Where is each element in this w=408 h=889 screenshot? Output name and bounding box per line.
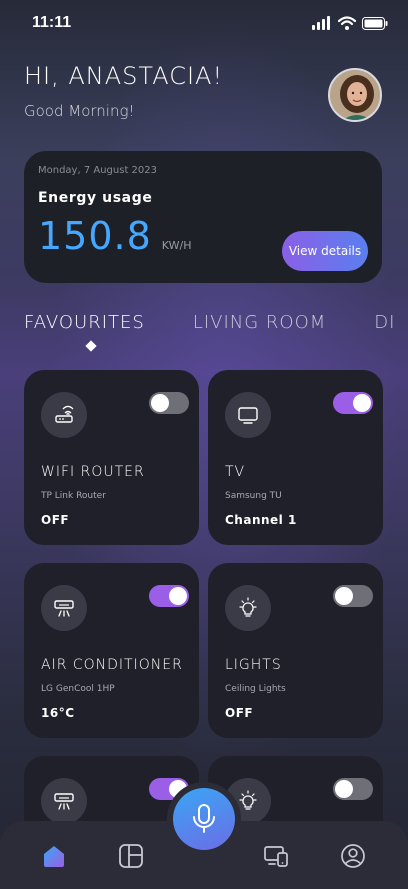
- voice-assistant-button[interactable]: [173, 788, 235, 850]
- nav-devices[interactable]: [263, 843, 289, 869]
- toggle-knob: [151, 394, 169, 412]
- tv-icon: [225, 392, 271, 438]
- avatar[interactable]: [328, 68, 382, 122]
- energy-value: 150.8: [38, 214, 152, 258]
- energy-usage-card: Monday, 7 August 2023 Energy usage 150.8…: [24, 151, 382, 283]
- lightbulb-icon: [225, 585, 271, 631]
- toggle-knob: [169, 587, 187, 605]
- energy-unit: KW/H: [161, 239, 192, 252]
- device-subtitle: TP Link Router: [41, 491, 106, 501]
- room-tabs: FAVOURITES LIVING ROOM DI: [24, 312, 395, 333]
- tab-dining-room[interactable]: DI: [374, 312, 395, 333]
- toggle-knob: [353, 394, 371, 412]
- device-status: Channel 1: [225, 513, 297, 527]
- dashboard-icon: [119, 844, 143, 868]
- signal-icon: [312, 16, 330, 30]
- energy-date: Monday, 7 August 2023: [38, 165, 157, 176]
- toggle-knob: [335, 780, 353, 798]
- device-status: OFF: [225, 706, 254, 720]
- device-card-lights[interactable]: LIGHTS Ceiling Lights OFF: [208, 563, 383, 738]
- device-toggle[interactable]: [333, 585, 373, 607]
- status-bar: 11:11: [0, 0, 408, 46]
- device-toggle[interactable]: [333, 392, 373, 414]
- toggle-knob: [335, 587, 353, 605]
- device-name: LIGHTS: [225, 657, 282, 673]
- profile-icon: [341, 844, 365, 868]
- home-icon: [44, 846, 64, 867]
- nav-home[interactable]: [41, 843, 67, 869]
- view-details-button[interactable]: View details: [282, 231, 368, 271]
- device-subtitle: Ceiling Lights: [225, 684, 286, 694]
- tab-favourites[interactable]: FAVOURITES: [24, 312, 145, 333]
- device-name: TV: [225, 464, 246, 480]
- tab-living-room[interactable]: LIVING ROOM: [193, 312, 326, 333]
- device-card-tv[interactable]: TV Samsung TU Channel 1: [208, 370, 383, 545]
- device-status: 16°C: [41, 706, 75, 720]
- devices-icon: [264, 846, 288, 867]
- mic-icon: [193, 804, 215, 833]
- energy-title: Energy usage: [38, 190, 153, 206]
- device-subtitle: Samsung TU: [225, 491, 282, 501]
- status-icons: [312, 16, 388, 30]
- air-conditioner-icon: [41, 585, 87, 631]
- active-tab-indicator: [85, 340, 97, 352]
- device-toggle[interactable]: [333, 778, 373, 800]
- air-conditioner-icon: [41, 778, 87, 824]
- nav-dashboard[interactable]: [118, 843, 144, 869]
- wifi-icon: [338, 16, 356, 30]
- device-subtitle: LG GenCool 1HP: [41, 684, 115, 694]
- device-status: OFF: [41, 513, 70, 527]
- device-name: AIR CONDITIONER: [41, 657, 183, 673]
- battery-icon: [362, 16, 388, 30]
- device-card-wifi-router[interactable]: WIFI ROUTER TP Link Router OFF: [24, 370, 199, 545]
- nav-profile[interactable]: [340, 843, 366, 869]
- router-icon: [41, 392, 87, 438]
- device-toggle[interactable]: [149, 392, 189, 414]
- status-time: 11:11: [32, 14, 72, 31]
- device-name: WIFI ROUTER: [41, 464, 145, 480]
- device-card-air-conditioner[interactable]: AIR CONDITIONER LG GenCool 1HP 16°C: [24, 563, 199, 738]
- device-toggle[interactable]: [149, 585, 189, 607]
